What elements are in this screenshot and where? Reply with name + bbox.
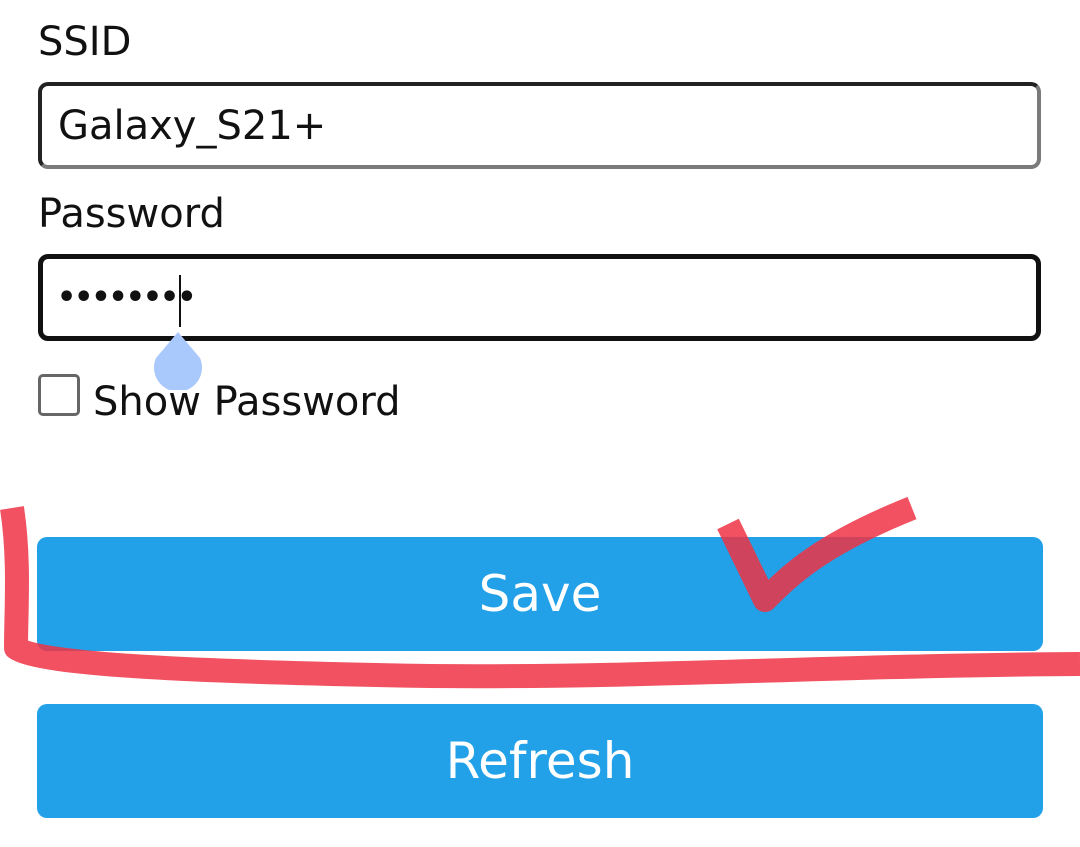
ssid-input[interactable]: Galaxy_S21+ <box>38 82 1041 169</box>
ssid-label: SSID <box>38 19 132 65</box>
show-password-checkbox[interactable] <box>38 374 80 416</box>
show-password-label[interactable]: Show Password <box>93 382 400 422</box>
ssid-input-value: Galaxy_S21+ <box>58 102 327 149</box>
password-input[interactable]: •••••••• <box>38 254 1041 341</box>
text-caret <box>179 275 181 327</box>
refresh-button[interactable]: Refresh <box>37 704 1043 818</box>
save-button[interactable]: Save <box>37 537 1043 651</box>
password-label: Password <box>38 191 225 237</box>
password-input-value: •••••••• <box>57 279 196 315</box>
